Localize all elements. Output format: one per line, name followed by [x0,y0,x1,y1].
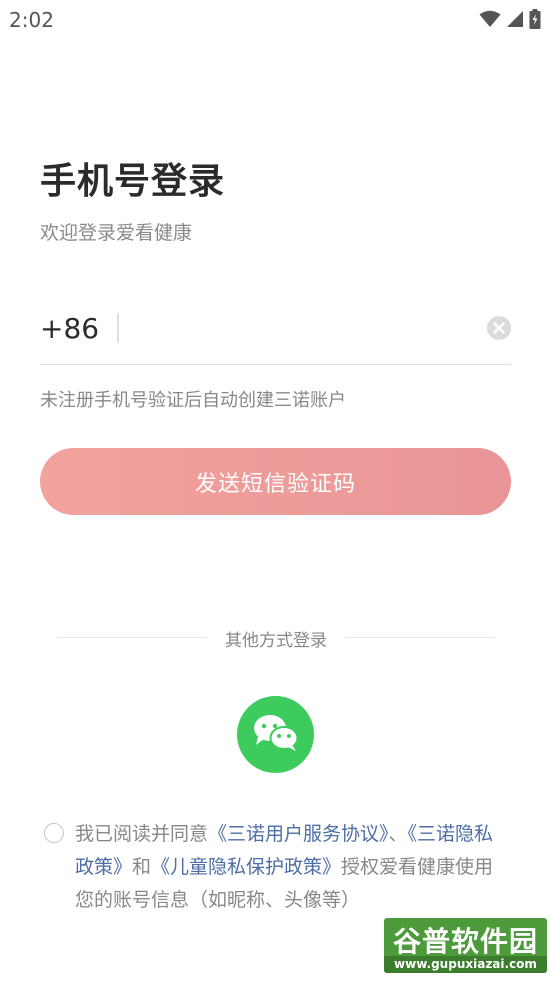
child-privacy-policy-link[interactable]: 《儿童隐私保护政策》 [151,856,341,878]
status-icons [479,9,541,29]
clear-input-icon[interactable] [487,316,511,340]
agreement-and: 和 [132,856,152,878]
watermark-brand: 谷普软件园 [392,925,538,958]
battery-icon [529,9,541,29]
status-bar: 2:02 [0,0,551,38]
send-sms-code-label: 发送短信验证码 [194,471,356,497]
status-time: 2:02 [9,8,54,32]
wechat-login-button[interactable] [237,696,314,773]
country-code[interactable]: +86 [40,312,99,345]
agreement-text: 我已阅读并同意《三诺用户服务协议》、《三诺隐私政策》和《儿童隐私保护政策》授权爱… [75,818,503,917]
watermark-url: www.gupuxiazai.com [384,956,547,973]
send-sms-code-button[interactable]: 发送短信验证码 [40,448,511,515]
agreement-prefix: 我已阅读并同意 [75,823,209,845]
service-agreement-link[interactable]: 《三诺用户服务协议》 [208,823,389,845]
page-subtitle: 欢迎登录爱看健康 [40,222,193,244]
register-hint: 未注册手机号验证后自动创建三诺账户 [40,390,346,411]
page-title: 手机号登录 [40,161,226,202]
phone-number-input[interactable] [132,310,472,348]
input-divider [117,313,119,343]
wechat-icon [252,713,300,757]
signal-icon [506,10,524,28]
other-login-divider: 其他方式登录 [57,624,495,651]
phone-input-row: +86 [40,306,511,365]
site-watermark: 谷普软件园 www.gupuxiazai.com [384,918,547,973]
other-login-label: 其他方式登录 [225,631,327,651]
wifi-icon [479,10,501,28]
agreement-checkbox[interactable] [44,823,64,843]
divider-line-right [345,637,495,638]
agreement-separator: 、 [388,823,408,845]
